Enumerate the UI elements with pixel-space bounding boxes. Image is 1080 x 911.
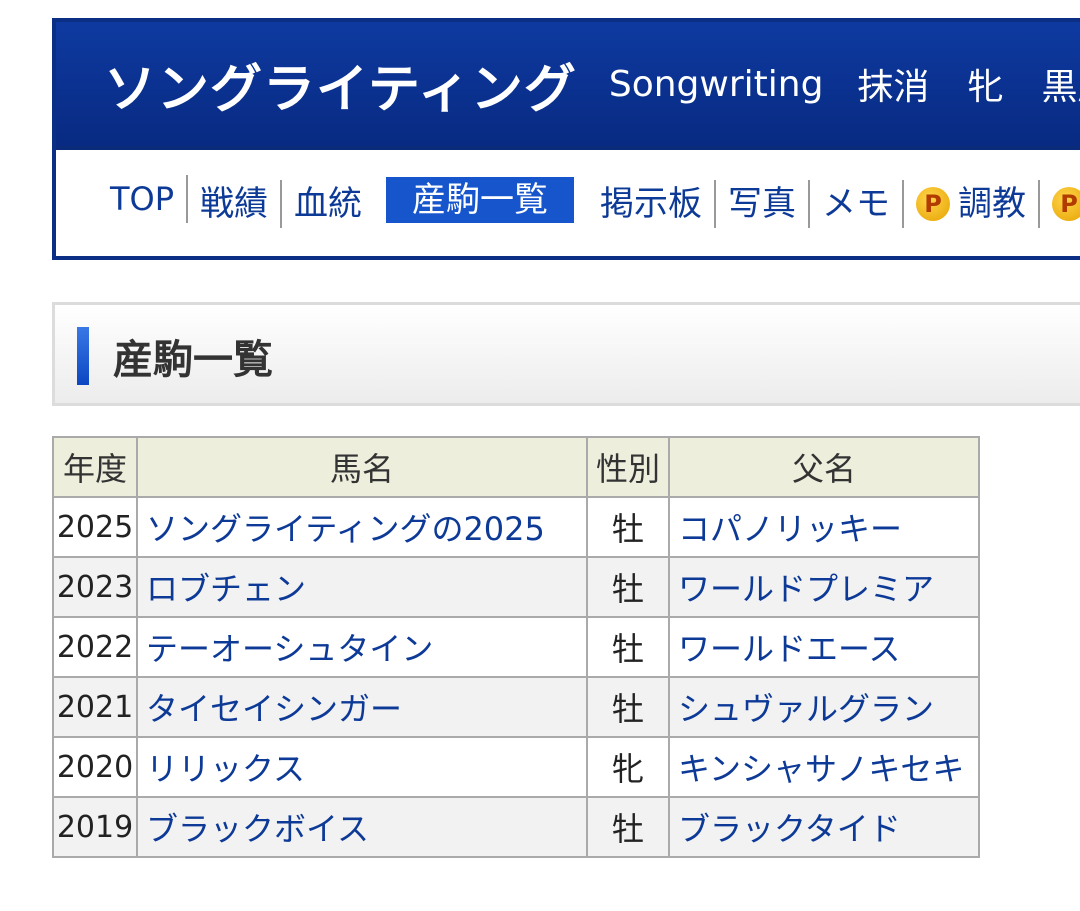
row-sire-link[interactable]: コパノリッキー bbox=[668, 496, 980, 558]
row-sex: 牡 bbox=[586, 676, 670, 738]
row-sire-link[interactable]: シュヴァルグラン bbox=[668, 676, 980, 738]
row-year: 2022 bbox=[52, 616, 138, 678]
column-header-sire: 父名 bbox=[668, 436, 980, 498]
row-horse-name-link[interactable]: タイセイシンガー bbox=[136, 676, 588, 738]
row-sex: 牝 bbox=[586, 736, 670, 798]
title-bar: ソングライティング Songwriting 抹消 牝 黒鹿 bbox=[56, 22, 1080, 150]
tab-results[interactable]: 戦績 bbox=[188, 180, 283, 228]
horse-sex: 牝 bbox=[967, 67, 1004, 108]
horse-header: ソングライティング Songwriting 抹消 牝 黒鹿 TOP 戦績 血統 … bbox=[52, 18, 1080, 260]
row-sire-link[interactable]: ワールドエース bbox=[668, 616, 980, 678]
row-sex: 牡 bbox=[586, 496, 670, 558]
tab-pedigree[interactable]: 血統 bbox=[282, 180, 374, 228]
horse-english-name: Songwriting bbox=[608, 63, 824, 105]
table-header-row: 年度 馬名 性別 父名 bbox=[52, 436, 980, 498]
premium-icon: P bbox=[916, 187, 951, 221]
tab-offspring[interactable]: 産駒一覧 bbox=[386, 177, 575, 223]
tab-top[interactable]: TOP bbox=[98, 175, 189, 223]
tab-training-label: 調教 bbox=[958, 184, 1027, 224]
column-header-name: 馬名 bbox=[136, 436, 588, 498]
section-heading: 産駒一覧 bbox=[52, 302, 1080, 406]
row-sire-link[interactable]: ブラックタイド bbox=[668, 796, 980, 858]
row-horse-name-link[interactable]: ソングライティングの2025 bbox=[136, 496, 588, 558]
tab-training[interactable]: P 調教 bbox=[904, 180, 1041, 228]
row-year: 2021 bbox=[52, 676, 138, 738]
row-sex: 牡 bbox=[586, 796, 670, 858]
tab-premium-more[interactable]: P bbox=[1040, 180, 1080, 228]
column-header-sex: 性別 bbox=[586, 436, 670, 498]
offspring-table: 年度 馬名 性別 父名 2025 ソングライティングの2025 牡 コパノリッキ… bbox=[52, 436, 980, 858]
tab-memo[interactable]: メモ bbox=[810, 180, 905, 228]
row-year: 2020 bbox=[52, 736, 138, 798]
horse-name: ソングライティング bbox=[104, 59, 577, 120]
tab-bbs[interactable]: 掲示板 bbox=[588, 180, 717, 228]
row-horse-name-link[interactable]: ブラックボイス bbox=[136, 796, 588, 858]
row-horse-name-link[interactable]: テーオーシュタイン bbox=[136, 616, 588, 678]
row-sex: 牡 bbox=[586, 616, 670, 678]
registration-status: 抹消 bbox=[857, 67, 930, 108]
premium-icon: P bbox=[1052, 187, 1080, 221]
table-row: 2023 ロブチェン 牡 ワールドプレミア bbox=[52, 556, 980, 618]
row-horse-name-link[interactable]: リリックス bbox=[136, 736, 588, 798]
tab-photos[interactable]: 写真 bbox=[716, 180, 811, 228]
tab-nav: TOP 戦績 血統 産駒一覧 掲示板 写真 メモ P 調教 P bbox=[56, 150, 1080, 258]
column-header-year: 年度 bbox=[52, 436, 138, 498]
row-year: 2023 bbox=[52, 556, 138, 618]
table-row: 2019 ブラックボイス 牡 ブラックタイド bbox=[52, 796, 980, 858]
table-row: 2020 リリックス 牝 キンシャサノキセキ bbox=[52, 736, 980, 798]
row-sire-link[interactable]: ワールドプレミア bbox=[668, 556, 980, 618]
table-row: 2022 テーオーシュタイン 牡 ワールドエース bbox=[52, 616, 980, 678]
row-sire-link[interactable]: キンシャサノキセキ bbox=[668, 736, 980, 798]
horse-coat-color: 黒鹿 bbox=[1041, 67, 1080, 108]
row-year: 2019 bbox=[52, 796, 138, 858]
table-row: 2025 ソングライティングの2025 牡 コパノリッキー bbox=[52, 496, 980, 558]
row-horse-name-link[interactable]: ロブチェン bbox=[136, 556, 588, 618]
row-sex: 牡 bbox=[586, 556, 670, 618]
section-accent-bar bbox=[77, 327, 89, 385]
section-title: 産駒一覧 bbox=[113, 337, 273, 383]
table-row: 2021 タイセイシンガー 牡 シュヴァルグラン bbox=[52, 676, 980, 738]
row-year: 2025 bbox=[52, 496, 138, 558]
